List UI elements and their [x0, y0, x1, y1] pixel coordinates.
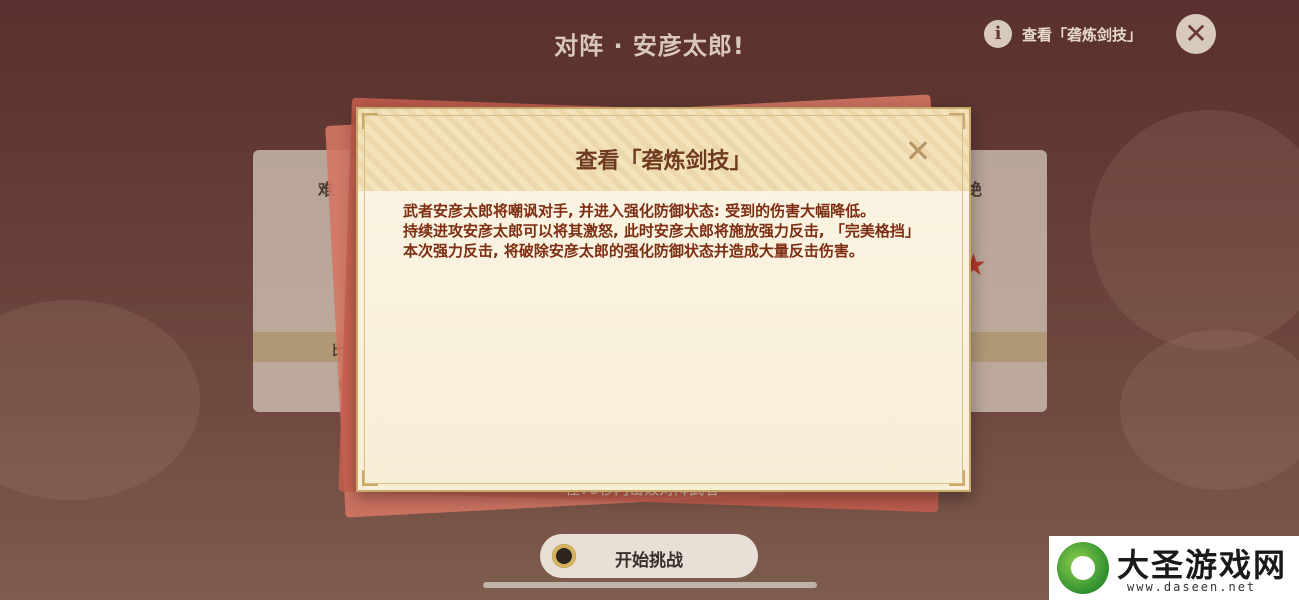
start-challenge-label: 开始挑战 — [615, 551, 683, 571]
dialog-close-icon[interactable]: ✕ — [904, 135, 932, 167]
watermark-url: www.daseen.net — [1127, 580, 1257, 594]
site-logo-icon — [1057, 542, 1109, 594]
close-icon[interactable]: ✕ — [1176, 14, 1216, 54]
info-icon[interactable]: i — [984, 20, 1012, 48]
dialog-body: 武者安彦太郎将嘲讽对手, 并进入强化防御状态: 受到的伤害大幅降低。 持续进攻安… — [403, 201, 928, 261]
skill-info-dialog: 查看「砻炼剑技」 ✕ 武者安彦太郎将嘲讽对手, 并进入强化防御状态: 受到的伤害… — [356, 107, 971, 492]
corner-ornament — [362, 470, 378, 486]
view-skill-link[interactable]: 查看「砻炼剑技」 — [1022, 24, 1142, 45]
dialog-title: 查看「砻炼剑技」 — [575, 149, 752, 174]
corner-ornament — [949, 470, 965, 486]
corner-ornament — [362, 113, 378, 129]
site-watermark: 大圣游戏网 www.daseen.net — [1049, 536, 1299, 600]
dialog-paragraph: 武者安彦太郎将嘲讽对手, 并进入强化防御状态: 受到的伤害大幅降低。 — [403, 202, 876, 220]
start-challenge-button[interactable]: 开始挑战 — [540, 534, 758, 578]
corner-ornament — [949, 113, 965, 129]
home-indicator — [483, 582, 817, 588]
dialog-paragraph: 持续进攻安彦太郎可以将其激怒, 此时安彦太郎将施放强力反击, 「完美格挡」本次强… — [403, 222, 920, 260]
